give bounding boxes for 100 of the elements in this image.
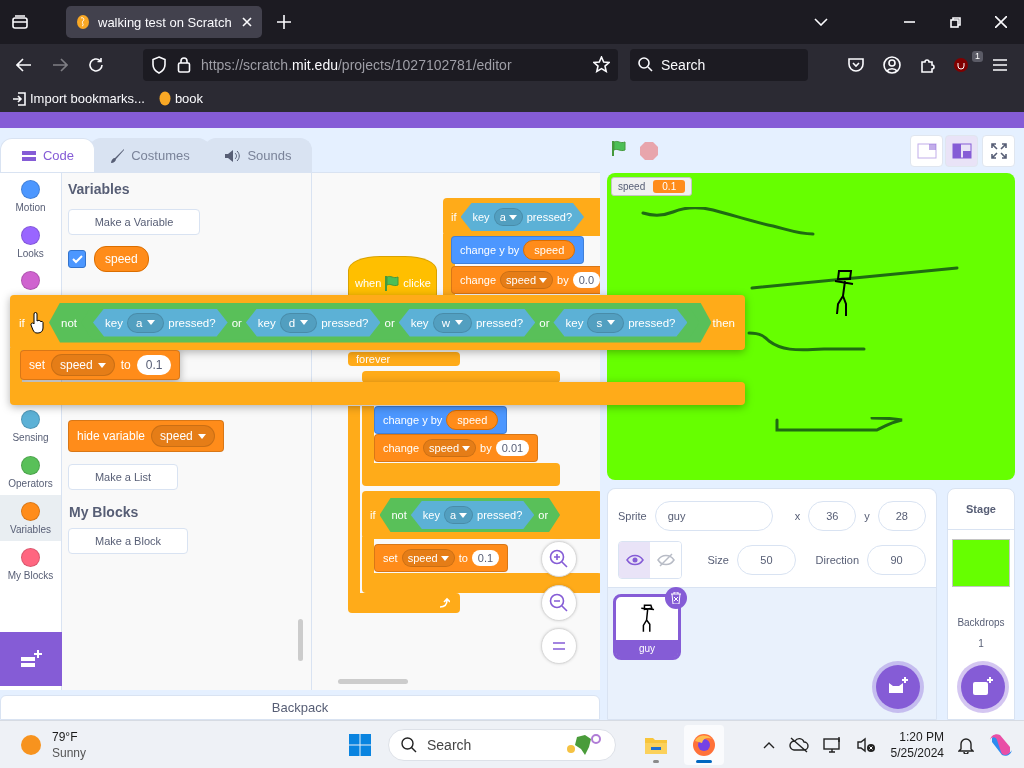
- if-block-header[interactable]: if key a pressed?: [443, 198, 600, 236]
- copilot-icon[interactable]: [988, 732, 1014, 758]
- bookmark-label: book: [174, 91, 204, 106]
- fullscreen-button[interactable]: [982, 134, 1015, 167]
- number-input[interactable]: 0.1: [471, 550, 500, 566]
- number-input[interactable]: 0.01: [495, 440, 530, 456]
- stage-target-pane[interactable]: Stage Backdrops 1: [947, 488, 1015, 720]
- weather-widget[interactable]: 79°F Sunny: [0, 728, 87, 761]
- editor-tab[interactable]: Sounds: [204, 138, 312, 172]
- boolean-block[interactable]: key a pressed?: [460, 203, 584, 231]
- scrollbar[interactable]: [298, 619, 303, 661]
- y-field[interactable]: 28: [877, 501, 926, 531]
- code-block[interactable]: hide variable speed: [68, 420, 224, 452]
- taskbar-app[interactable]: [684, 725, 724, 765]
- sprite-tile[interactable]: guy: [613, 594, 681, 660]
- block-label: if: [370, 509, 376, 521]
- block-dropdown[interactable]: speed: [151, 425, 215, 447]
- cloud-off-icon[interactable]: [788, 737, 809, 753]
- bookmark-item[interactable]: book: [158, 91, 204, 106]
- boolean-block[interactable]: not key a pressed? or: [379, 498, 561, 532]
- category-item[interactable]: Motion: [0, 173, 61, 219]
- search-icon: [401, 737, 417, 753]
- block-dropdown[interactable]: speed: [401, 549, 455, 567]
- boolean-block[interactable]: key a pressed?: [93, 308, 228, 337]
- bell-icon[interactable]: [958, 736, 974, 754]
- add-sprite-button[interactable]: [876, 665, 920, 709]
- block-dropdown[interactable]: a: [126, 312, 165, 333]
- zoom-in-button[interactable]: [541, 541, 577, 577]
- chevron-up-icon[interactable]: [762, 741, 775, 749]
- block-label: by: [480, 442, 492, 454]
- block-dropdown[interactable]: s: [587, 312, 625, 333]
- block-label: then: [712, 316, 735, 329]
- delete-button[interactable]: [665, 587, 687, 609]
- make-block-button[interactable]: Make a Block: [68, 528, 188, 554]
- caret-icon: [197, 433, 206, 439]
- visibility-toggle[interactable]: [619, 542, 651, 578]
- boolean-block[interactable]: key d pressed?: [245, 308, 381, 337]
- clock-date: 5/25/2024: [890, 745, 944, 761]
- code-block[interactable]: change speed by 0.01: [374, 434, 539, 462]
- code-block[interactable]: change speed by 0.0: [451, 266, 600, 294]
- size-field[interactable]: 50: [736, 545, 796, 575]
- star-icon[interactable]: [593, 56, 610, 73]
- category-label: Looks: [17, 247, 44, 259]
- scrollbar[interactable]: [338, 679, 408, 684]
- taskbar-search-field[interactable]: Search: [388, 729, 616, 761]
- checkbox[interactable]: [68, 250, 86, 268]
- block-dropdown[interactable]: speed: [500, 271, 554, 289]
- category-item[interactable]: Variables: [0, 495, 61, 541]
- code-block[interactable]: change y by speed: [374, 406, 508, 434]
- block-label: key: [422, 509, 440, 521]
- block-label: key: [472, 211, 490, 223]
- add-extension-button[interactable]: [0, 632, 62, 687]
- number-input[interactable]: 0.1: [136, 355, 172, 375]
- close-icon[interactable]: [242, 17, 252, 27]
- zoom-reset-button[interactable]: [541, 628, 577, 664]
- flag-icon: [611, 140, 627, 157]
- block-dropdown[interactable]: a: [443, 506, 474, 524]
- clock[interactable]: 1:20 PM 5/25/2024: [890, 729, 944, 761]
- if-block-header[interactable]: if not key a pressed? or key d pressed? or key w pressed? or key s pressed? then: [10, 295, 745, 350]
- block-dropdown[interactable]: speed: [423, 439, 477, 457]
- add-backdrop-button[interactable]: [961, 665, 1005, 709]
- block-dropdown[interactable]: speed: [51, 354, 115, 376]
- block-label: or: [538, 509, 549, 521]
- category-item[interactable]: My Blocks: [0, 541, 61, 587]
- boolean-block[interactable]: key w pressed?: [398, 308, 536, 337]
- backpack-bar[interactable]: Backpack: [0, 695, 600, 720]
- x-field[interactable]: 36: [808, 501, 857, 531]
- editor-tab[interactable]: Code: [0, 138, 95, 172]
- category-item[interactable]: Operators: [0, 449, 61, 495]
- number-input[interactable]: 0.0: [572, 272, 600, 288]
- make-list-button[interactable]: Make a List: [68, 464, 178, 490]
- boolean-block[interactable]: key s pressed?: [553, 308, 688, 337]
- block-dropdown[interactable]: w: [432, 312, 472, 333]
- zoom-out-button[interactable]: [541, 585, 577, 621]
- category-item[interactable]: Looks: [0, 219, 61, 265]
- address-bar[interactable]: https://scratch.mit.edu/projects/1027102781/editor: [143, 48, 618, 81]
- category-label: Motion: [15, 201, 46, 213]
- search-icon: [638, 57, 653, 72]
- make-variable-button[interactable]: Make a Variable: [68, 209, 200, 235]
- search-field[interactable]: Search: [630, 48, 808, 81]
- block-dropdown[interactable]: d: [279, 312, 318, 333]
- block-dropdown[interactable]: a: [493, 208, 523, 226]
- sprite-name-field[interactable]: guy: [654, 501, 773, 531]
- code-block[interactable]: set speed to 0.1: [374, 544, 509, 572]
- boolean-block[interactable]: not key a pressed? or key d pressed? or key w pressed? or key s pressed?: [49, 302, 712, 343]
- clock-time: 1:20 PM: [899, 729, 944, 745]
- category-item[interactable]: Sensing: [0, 403, 61, 449]
- browser-tab[interactable]: walking test on Scratch: [66, 6, 262, 38]
- stage-layout-button[interactable]: [945, 134, 978, 167]
- temperature: 79°F: [52, 728, 79, 745]
- code-block[interactable]: change y by speed: [451, 236, 585, 264]
- monitor-icon[interactable]: [822, 736, 843, 754]
- stick-figure-drawing: [833, 269, 855, 319]
- boolean-block[interactable]: key a pressed?: [410, 501, 535, 529]
- block-label: key: [105, 316, 123, 329]
- direction-field[interactable]: 90: [867, 545, 926, 575]
- speaker-muted-icon[interactable]: [856, 737, 877, 753]
- code-block[interactable]: set speed to 0.1: [20, 350, 181, 380]
- field-label: Size: [707, 554, 729, 566]
- if-block-header[interactable]: if not key a pressed? or: [362, 491, 600, 539]
